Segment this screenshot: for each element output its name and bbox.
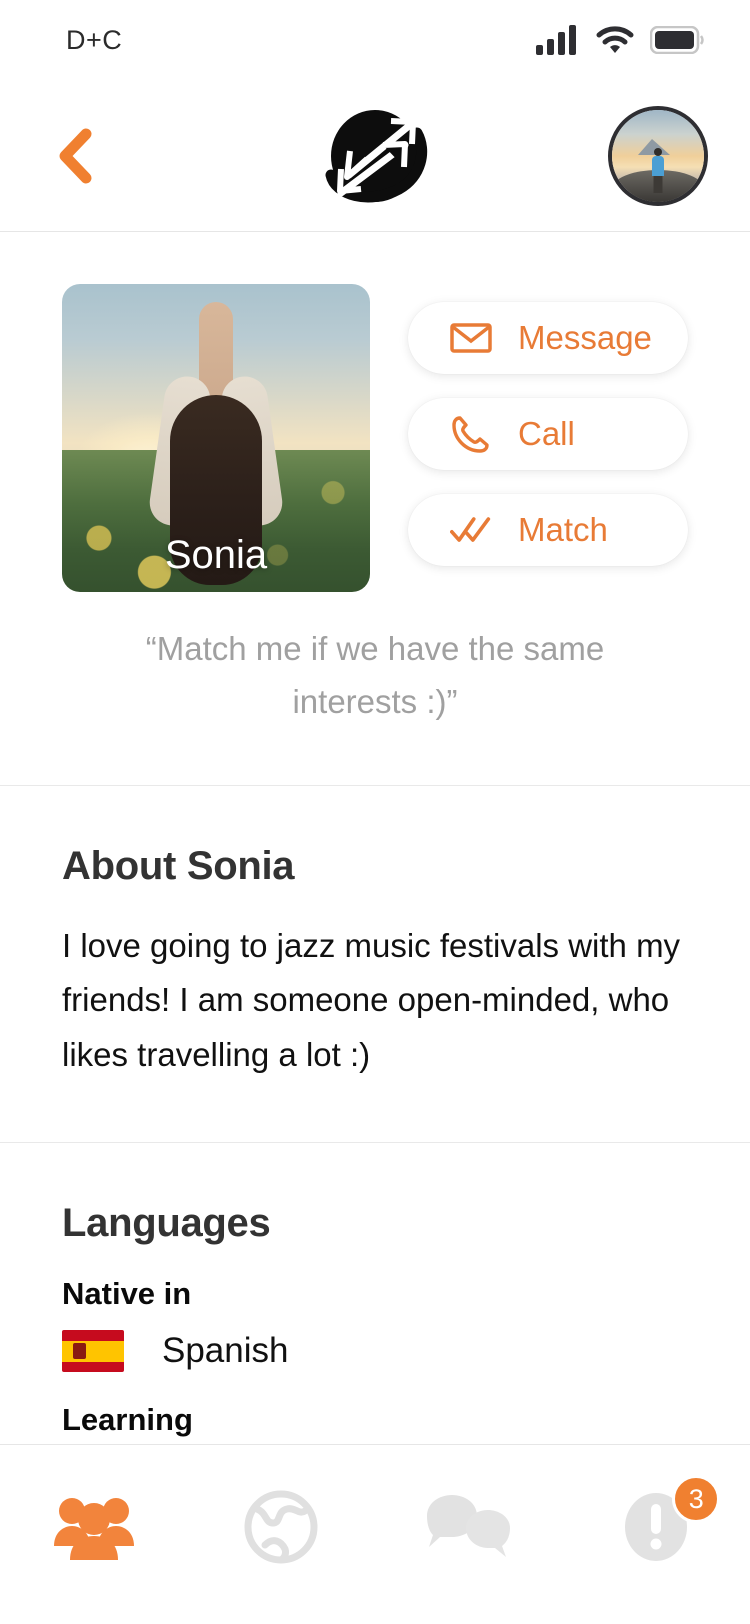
notification-badge: 3	[672, 1475, 721, 1523]
back-button[interactable]	[40, 120, 112, 192]
app-logo-exchange-arrows-icon	[325, 109, 428, 202]
flag-crest	[73, 1343, 87, 1360]
match-button-label: Match	[518, 511, 608, 548]
battery-full-icon	[650, 26, 704, 54]
avatar-person-head	[654, 147, 662, 156]
profile-section: Sonia Message Call Match “Match me if we…	[0, 232, 750, 785]
people-group-icon	[53, 1498, 134, 1560]
language-row: Spanish	[62, 1330, 688, 1373]
double-check-icon	[450, 509, 492, 551]
status-icons	[536, 25, 704, 55]
call-button-label: Call	[518, 415, 575, 452]
learning-label: Learning	[62, 1402, 193, 1438]
flag-stripe-bottom	[62, 1361, 124, 1373]
profile-row: Sonia Message Call Match	[0, 284, 750, 592]
chevron-left-icon	[59, 128, 92, 183]
match-button[interactable]: Match	[408, 494, 688, 566]
phone-icon	[450, 413, 492, 455]
nav-item-notifications[interactable]: 3	[563, 1475, 750, 1575]
app-logo[interactable]	[313, 100, 437, 212]
carrier-label: D+C	[66, 24, 123, 55]
profile-actions: Message Call Match	[408, 284, 688, 592]
avatar-person-legs	[653, 174, 663, 193]
about-text: I love going to jazz music festivals wit…	[62, 926, 681, 1073]
nav-item-community[interactable]	[0, 1479, 188, 1575]
about-section: About Sonia I love going to jazz music f…	[0, 786, 750, 1142]
native-in-label: Native in	[62, 1276, 192, 1312]
message-button[interactable]: Message	[408, 302, 688, 374]
nav-item-explore[interactable]	[188, 1479, 376, 1575]
content-area: Sonia Message Call Match “Match me if we…	[0, 232, 750, 1624]
app-header	[0, 80, 750, 232]
language-name: Spanish	[162, 1331, 289, 1371]
wifi-icon	[596, 26, 634, 53]
envelope-icon	[450, 317, 492, 359]
flag-stripe-top	[62, 1330, 124, 1341]
app-screen: D+C Sonia Message Call Match “Match me i…	[0, 0, 750, 1624]
profile-quote: “Match me if we have the same interests …	[145, 630, 605, 721]
globe-icon	[244, 1490, 318, 1564]
avatar[interactable]	[608, 105, 708, 206]
avatar-person-body	[652, 155, 664, 176]
flag-stripe-middle	[62, 1340, 124, 1362]
message-button-label: Message	[518, 319, 652, 356]
bottom-navigation: 3	[0, 1444, 750, 1624]
call-button[interactable]: Call	[408, 398, 688, 470]
profile-name: Sonia	[164, 533, 268, 577]
status-bar: D+C	[0, 0, 750, 80]
spain-flag-icon	[62, 1330, 124, 1373]
languages-section: Languages Native in Spanish Learning	[0, 1143, 750, 1438]
cellular-signal-icon	[536, 25, 576, 55]
about-title: About Sonia	[62, 843, 295, 888]
nav-item-chats[interactable]	[375, 1479, 563, 1575]
profile-photo-card[interactable]: Sonia	[62, 284, 370, 592]
languages-title: Languages	[62, 1201, 271, 1246]
chat-bubbles-icon	[426, 1495, 510, 1557]
